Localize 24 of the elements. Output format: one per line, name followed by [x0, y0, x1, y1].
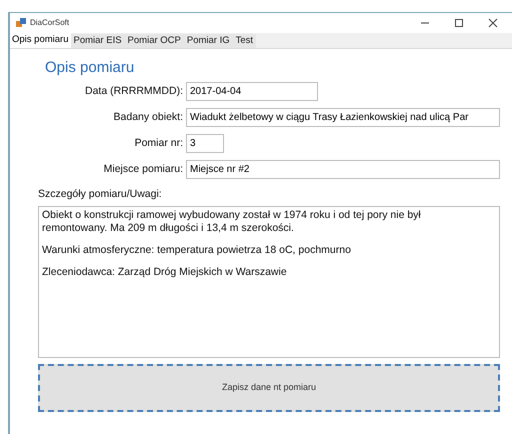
field-label: Badany obiekt:	[112, 110, 183, 125]
notes-label: Szczegóły pomiaru/Uwagi:	[38, 187, 163, 202]
notes-paragraph: Warunki atmosferyczne: temperatura powietrza 18 oC, pochmurno	[42, 244, 352, 257]
notes-paragraph: Obiekt o konstrukcji ramowej wybudowany został w 1974 roku i od tej pory nie był remontowany. Ma 209 m długości i 13,4 m szerokości.	[42, 208, 422, 235]
field-label: Data (RRRRMMDD):	[84, 84, 183, 99]
tab[interactable]: Pomiar OCP	[124, 34, 184, 48]
app-icon	[16, 18, 26, 28]
notes-textarea[interactable]	[38, 206, 500, 358]
input-field[interactable]: Wiadukt żelbetowy w ciągu Trasy Łazienkowskiej nad ulicą Par	[186, 108, 500, 127]
tab[interactable]: Pomiar IG	[184, 34, 233, 48]
input-field[interactable]: 3	[186, 134, 224, 153]
notes-paragraph: Zleceniodawca: Zarząd Dróg Miejskich w Warszawie	[42, 266, 288, 279]
save-button[interactable]: Zapisz dane nt pomiaru	[38, 364, 500, 412]
tab[interactable]: Pomiar EIS	[70, 34, 125, 48]
tab[interactable]: Test	[232, 34, 256, 48]
close-icon[interactable]	[488, 18, 498, 28]
field-label: Miejsce pomiaru:	[102, 162, 183, 177]
window-title: DiaCorSoft	[30, 17, 70, 29]
section-heading: Opis pomiaru	[45, 59, 136, 77]
maximize-icon[interactable]	[454, 18, 464, 28]
input-field[interactable]: Miejsce nr #2	[186, 160, 500, 179]
field-label: Pomiar nr:	[134, 136, 183, 151]
input-field[interactable]: 2017-04-04	[186, 82, 318, 101]
tab[interactable]: Opis pomiaru	[10, 32, 70, 48]
